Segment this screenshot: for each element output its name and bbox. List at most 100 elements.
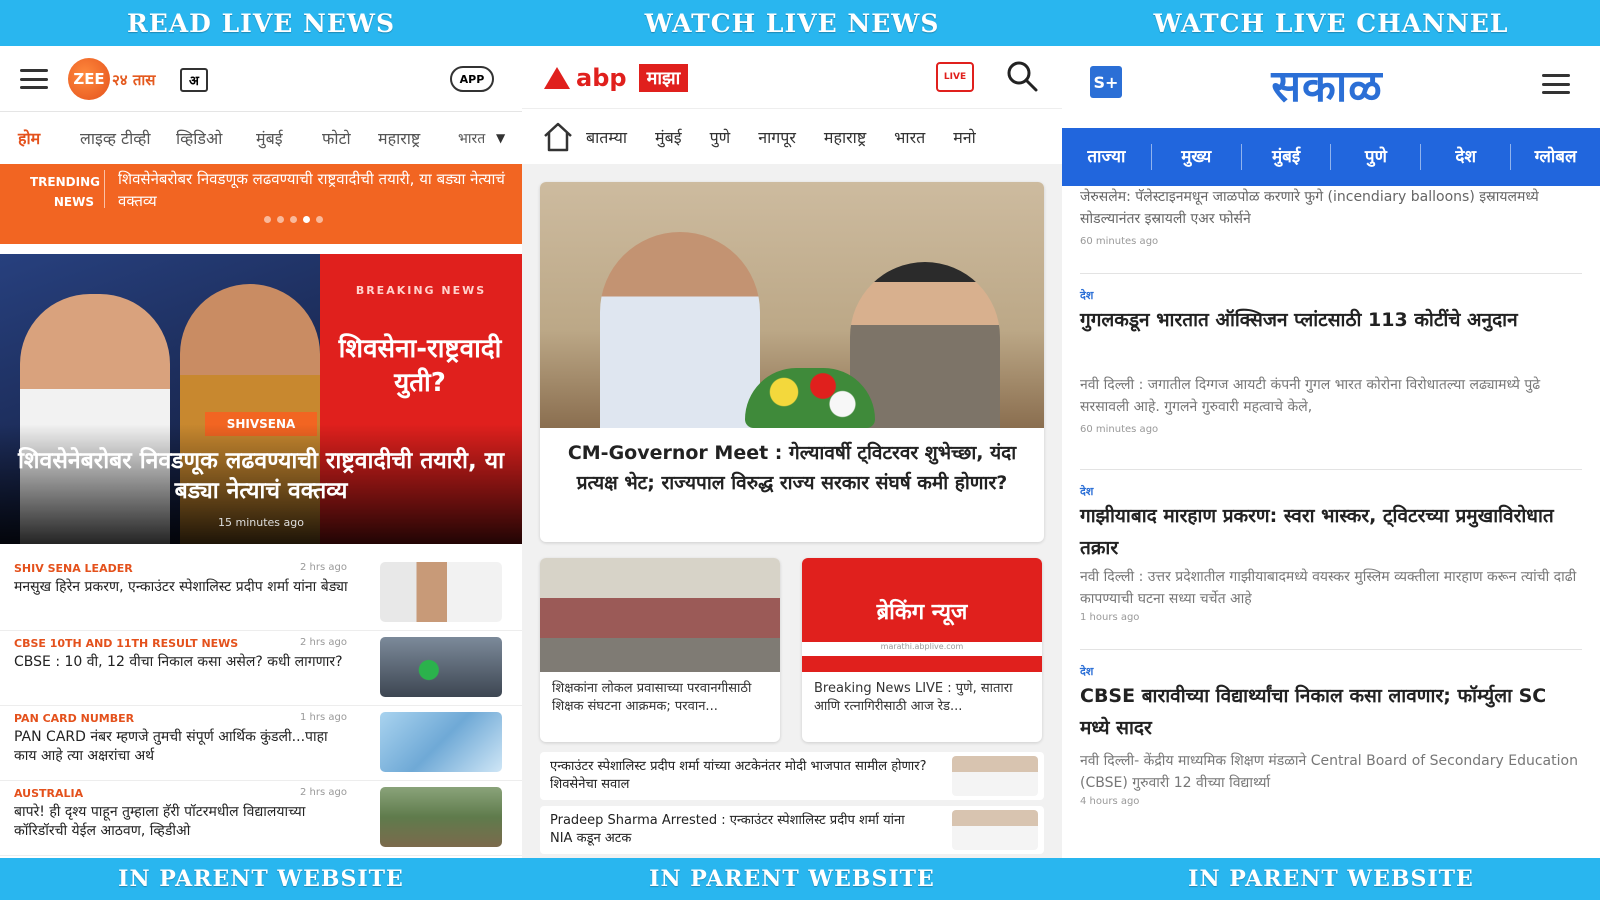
breaking-news-badge: ब्रेकिंग न्यूज [876, 600, 968, 625]
nav-item-maharashtra[interactable]: महाराष्ट्र [378, 127, 458, 149]
item-category: SHIV SENA LEADER [14, 562, 133, 575]
news-list: SHIV SENA LEADER 2 hrs ago मनसुख हिरेन प… [0, 556, 522, 856]
item-category: देश [1080, 485, 1094, 498]
nav-item-country[interactable]: देश [1421, 144, 1512, 170]
zee-logo-sub: २४ तास [112, 71, 156, 89]
zee-app-panel: READ LIVE NEWS ZEE २४ तास अ APP होम लाइव… [0, 0, 522, 900]
nav-item-video[interactable]: व्हिडिओ [176, 127, 256, 149]
item-category: देश [1080, 289, 1094, 302]
list-item[interactable]: AUSTRALIA 2 hrs ago बापरे! ही दृश्य पाहू… [0, 781, 522, 856]
chevron-down-icon[interactable]: ▼ [496, 131, 505, 145]
nav-item-pune[interactable]: पुणे [1331, 144, 1422, 170]
nav-item-home[interactable]: होम [18, 127, 80, 149]
list-item[interactable]: जेरुसलेम: पॅलेस्टाइनमधून जाळपोळ करणारे फ… [1080, 186, 1582, 274]
list-item[interactable]: देश CBSE बारावीच्या विद्यार्थ्यांचा निका… [1080, 650, 1582, 830]
item-title: गाझीयाबाद मारहाण प्रकरण: स्वरा भास्कर, ट… [1080, 505, 1554, 559]
card-url: marathi.abplive.com [802, 642, 1042, 656]
menu-icon[interactable] [20, 69, 48, 89]
nav-item-live-tv[interactable]: लाइव्ह टीव्ही [80, 127, 176, 149]
card-image [540, 558, 780, 672]
read-live-news-banner: READ LIVE NEWS [0, 0, 522, 46]
sakal-app-panel: WATCH LIVE CHANNEL S+ सकाळ ताज्या मुख्य … [1062, 0, 1600, 900]
zee-header: ZEE २४ तास अ APP [0, 46, 522, 112]
language-icon[interactable]: अ [180, 68, 208, 92]
list-item[interactable]: PAN CARD NUMBER 1 hrs ago PAN CARD नंबर … [0, 706, 522, 781]
item-category: AUSTRALIA [14, 787, 84, 800]
list-item[interactable]: देश गुगलकडून भारतात ऑक्सिजन प्लांटसाठी 1… [1080, 274, 1582, 470]
list-item[interactable]: CBSE 10TH AND 11TH RESULT NEWS 2 hrs ago… [0, 631, 522, 706]
item-thumbnail [380, 637, 502, 697]
ticker-label: TRENDING NEWS [30, 175, 100, 209]
breaking-news-label: BREAKING NEWS [355, 284, 487, 297]
news-card[interactable]: शिक्षकांना लोकल प्रवासाच्या परवानगीसाठी … [540, 558, 780, 742]
parent-website-banner[interactable]: IN PARENT WEBSITE [1062, 858, 1600, 900]
hero-caption: शिवसेनेबरोबर निवडणूक लढवण्याची राष्ट्रवा… [17, 448, 505, 504]
sakal-nav: ताज्या मुख्य मुंबई पुणे देश ग्लोबल [1062, 128, 1600, 186]
nav-item-global[interactable]: ग्लोबल [1511, 144, 1600, 170]
nav-item-pune[interactable]: पुणे [710, 126, 731, 148]
ticker-divider [104, 170, 105, 208]
item-title: Pradeep Sharma Arrested : एन्काउंटर स्पे… [550, 813, 905, 846]
nav-item-entertainment[interactable]: मनो [953, 126, 976, 148]
abp-nav: बातम्या मुंबई पुणे नागपूर महाराष्ट्र भार… [522, 108, 1062, 164]
list-item[interactable]: देश गाझीयाबाद मारहाण प्रकरण: स्वरा भास्क… [1080, 470, 1582, 650]
parent-website-banner[interactable]: IN PARENT WEBSITE [522, 858, 1062, 900]
menu-icon[interactable] [1542, 74, 1570, 94]
nav-item-mumbai[interactable]: मुंबई [1242, 144, 1332, 170]
item-time: 60 minutes ago [1080, 424, 1159, 435]
nav-item-nagpur[interactable]: नागपूर [758, 126, 796, 148]
item-thumbnail [952, 756, 1038, 796]
card-image: ब्रेकिंग न्यूज marathi.abplive.com [802, 558, 1042, 672]
sakal-header: S+ सकाळ [1062, 46, 1600, 128]
item-title: गुगलकडून भारतात ऑक्सिजन प्लांटसाठी 113 क… [1080, 309, 1518, 331]
nav-item-maharashtra[interactable]: महाराष्ट्र [824, 126, 866, 148]
nav-item-mumbai[interactable]: मुंबई [655, 126, 682, 148]
live-tv-icon[interactable]: LIVE [936, 62, 974, 92]
zee-logo[interactable]: ZEE [68, 58, 110, 100]
parent-website-banner[interactable]: IN PARENT WEBSITE [0, 858, 522, 900]
item-summary: जेरुसलेम: पॅलेस्टाइनमधून जाळपोळ करणारे फ… [1080, 189, 1539, 227]
hero-time: 15 minutes ago [218, 516, 304, 529]
nav-item-main[interactable]: मुख्य [1152, 144, 1242, 170]
list-item[interactable]: Pradeep Sharma Arrested : एन्काउंटर स्पे… [540, 806, 1044, 854]
card-title: शिक्षकांना लोकल प्रवासाच्या परवानगीसाठी … [552, 681, 752, 714]
nav-item-mumbai[interactable]: मुंबई [256, 127, 322, 149]
home-icon[interactable] [540, 119, 576, 155]
app-badge-button[interactable]: APP [450, 66, 494, 92]
abp-logo[interactable]: abp माझा [544, 64, 689, 92]
nav-item-photo[interactable]: फोटो [322, 127, 378, 149]
item-category: PAN CARD NUMBER [14, 712, 135, 725]
sakal-plus-icon[interactable]: S+ [1090, 66, 1122, 98]
item-summary: नवी दिल्ली- केंद्रीय माध्यमिक शिक्षण मंड… [1080, 753, 1578, 791]
item-title: बापरे! ही दृश्य पाहून तुम्हाला हॅरी पॉटर… [14, 804, 306, 839]
item-time: 2 hrs ago [300, 787, 347, 798]
item-title: CBSE : 10 वी, 12 वीचा निकाल कसा असेल? कध… [14, 654, 343, 670]
nav-item-india[interactable]: भारत [458, 129, 496, 148]
ticker-text: शिवसेनेबरोबर निवडणूक लढवण्याची राष्ट्रवा… [118, 170, 505, 210]
nav-item-latest[interactable]: ताज्या [1062, 144, 1152, 170]
item-title: एन्काउंटर स्पेशालिस्ट प्रदीप शर्मा यांच्… [550, 759, 927, 792]
hero-story[interactable]: BREAKING NEWS शिवसेना-राष्ट्रवादी युती? … [0, 254, 522, 544]
item-summary: नवी दिल्ली : उत्तर प्रदेशातील गाझीयाबादम… [1080, 569, 1577, 607]
item-time: 1 hours ago [1080, 612, 1140, 623]
carousel-dots[interactable] [264, 216, 323, 223]
hero-story[interactable]: CM-Governor Meet : गेल्यावर्षी ट्विटरवर … [540, 182, 1044, 542]
item-thumbnail [952, 810, 1038, 850]
list-item[interactable]: SHIV SENA LEADER 2 hrs ago मनसुख हिरेन प… [0, 556, 522, 631]
card-title: Breaking News LIVE : पुणे, सातारा आणि रत… [814, 681, 1013, 714]
search-icon[interactable] [1004, 58, 1040, 94]
news-list: जेरुसलेम: पॅलेस्टाइनमधून जाळपोळ करणारे फ… [1080, 186, 1582, 830]
abp-header: abp माझा LIVE [522, 46, 1062, 108]
item-time: 60 minutes ago [1080, 236, 1159, 247]
trending-ticker[interactable]: TRENDING NEWS शिवसेनेबरोबर निवडणूक लढवण्… [0, 164, 522, 244]
nav-item-india[interactable]: भारत [894, 126, 925, 148]
zee-nav: होम लाइव्ह टीव्ही व्हिडिओ मुंबई फोटो महा… [0, 112, 522, 164]
item-title: मनसुख हिरेन प्रकरण, एन्काउंटर स्पेशालिस्… [14, 579, 348, 595]
item-thumbnail [380, 712, 502, 772]
news-card[interactable]: ब्रेकिंग न्यूज marathi.abplive.com Break… [802, 558, 1042, 742]
item-time: 4 hours ago [1080, 796, 1140, 807]
nav-item-news[interactable]: बातम्या [586, 126, 627, 148]
list-item[interactable]: एन्काउंटर स्पेशालिस्ट प्रदीप शर्मा यांच्… [540, 752, 1044, 800]
item-title: PAN CARD नंबर म्हणजे तुमची संपूर्ण आर्थि… [14, 729, 328, 764]
sakal-logo[interactable]: सकाळ [1242, 54, 1412, 114]
